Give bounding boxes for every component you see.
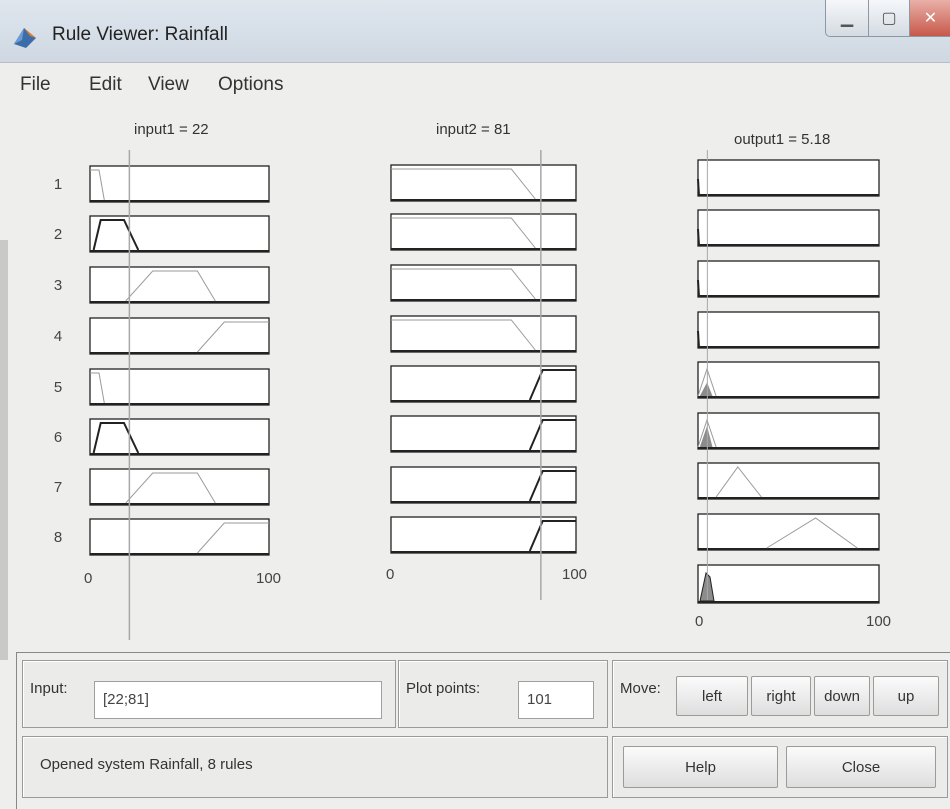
output1-rule-5-box (697, 361, 880, 399)
input2-rule-6-box (390, 415, 577, 453)
rule-plots (89, 150, 880, 640)
output1-rule-4-box (697, 311, 880, 349)
output1-axis-max: 100 (866, 613, 892, 630)
input1-rule-8-box (89, 518, 270, 556)
input2-rule-4-box (390, 315, 577, 353)
plot-points-label: Plot points: (406, 680, 481, 697)
output1-rule-2-mf (697, 228, 700, 245)
input2-rule-2-box (390, 213, 577, 251)
input-label: Input: (30, 680, 68, 697)
input2-rule-1-box (390, 164, 577, 202)
output1-rule-7-box (697, 462, 880, 500)
input1-rule-7-box (89, 468, 270, 506)
output1-rule-3-box (697, 260, 880, 298)
output1-rule-3-mf (697, 279, 700, 296)
output1-axis-min: 0 (695, 613, 704, 630)
move-up-button[interactable]: up (873, 676, 939, 716)
input1-rule-4-box (89, 317, 270, 355)
output1-rule-1-mf (697, 178, 700, 195)
input1-rule-1-box (89, 165, 270, 203)
input2-axis-min: 0 (386, 566, 395, 583)
input2-axis-max: 100 (562, 566, 588, 583)
input2-rule-8-box (390, 516, 577, 554)
input1-rule-6-box (89, 418, 270, 456)
input1-rule-5-box (89, 368, 270, 406)
help-button[interactable]: Help (623, 746, 778, 788)
close-button[interactable]: Close (786, 746, 936, 788)
output1-rule-6-box (697, 412, 880, 450)
plot-points-field[interactable]: 101 (518, 681, 594, 719)
output1-rule-2-box (697, 209, 880, 247)
move-down-button[interactable]: down (814, 676, 870, 716)
output1-rule-1-box (697, 159, 880, 197)
input1-axis-min: 0 (84, 570, 93, 587)
output1-rule-4-mf (697, 330, 700, 347)
move-left-button[interactable]: left (676, 676, 748, 716)
input1-rule-2-box (89, 215, 270, 253)
status-text: Opened system Rainfall, 8 rules (40, 756, 253, 773)
input2-rule-5-box (390, 365, 577, 403)
move-label: Move: (620, 680, 661, 697)
move-right-button[interactable]: right (751, 676, 811, 716)
input2-rule-3-box (390, 264, 577, 302)
input-field[interactable]: [22;81] (94, 681, 382, 719)
input1-axis-max: 100 (256, 570, 282, 587)
input1-rule-3-box (89, 266, 270, 304)
input2-rule-7-box (390, 466, 577, 504)
output1-aggregate-box (697, 564, 880, 604)
